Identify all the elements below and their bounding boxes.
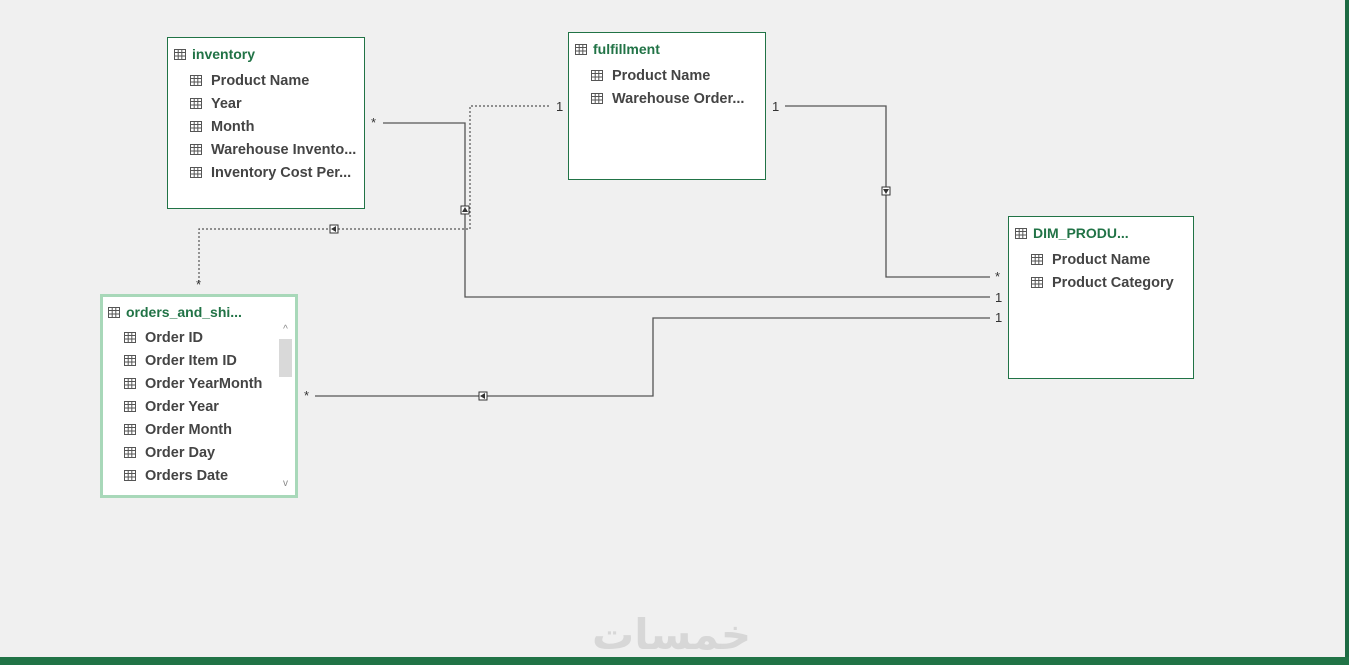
field-row[interactable]: Order YearMonth [124,372,262,395]
table-icon [591,93,603,104]
cardinality-dim-one-a: 1 [995,290,1003,305]
field-row[interactable]: Order Month [124,418,262,441]
field-row[interactable]: Year [190,92,356,115]
table-icon [1031,254,1043,265]
cardinality-dim-many: * [995,269,1001,284]
cardinality-dim-one-b: 1 [995,310,1003,325]
rel-orders-dimproduct [315,317,990,397]
table-icon [1015,227,1027,239]
watermark: خمسات [592,610,752,659]
table-title: orders_and_shi... [126,304,242,320]
table-icon [190,167,202,178]
table-icon [190,121,202,132]
field-row[interactable]: Warehouse Invento... [190,138,356,161]
scroll-up-icon[interactable]: ^ [278,323,293,337]
field-label: Product Name [211,72,310,89]
table-icon [124,332,136,343]
table-icon [124,424,136,435]
field-list-clip [103,488,295,495]
table-icon [174,48,186,60]
direction-marker-2 [881,186,891,196]
field-label: Year [211,95,242,112]
direction-marker-3 [478,391,488,401]
table-title: fulfillment [593,41,660,57]
field-label: Product Category [1052,274,1174,291]
field-row[interactable]: Order Item ID [124,349,262,372]
table-icon [1031,277,1043,288]
field-row[interactable]: Warehouse Order... [591,87,744,110]
field-row[interactable]: Product Name [591,64,744,87]
field-label: Product Name [612,67,711,84]
field-label: Order Month [145,421,232,438]
field-list-scrollbar[interactable]: ^ v [278,323,293,491]
field-label: Order ID [145,329,204,346]
table-icon [108,306,120,318]
table-icon [190,144,202,155]
field-row[interactable]: Product Name [1031,248,1174,271]
table-title: DIM_PRODU... [1033,225,1129,241]
field-row[interactable]: Product Name [190,69,356,92]
table-inventory[interactable]: inventory Product Name Year Month Wareho… [167,37,365,209]
table-icon [190,98,202,109]
field-row[interactable]: Month [190,115,356,138]
cardinality-orders-many-top: * [196,277,202,292]
table-orders-and-shipments[interactable]: orders_and_shi... Order ID Order Item ID… [100,294,298,498]
table-icon [124,447,136,458]
table-header[interactable]: inventory [174,44,255,64]
table-header[interactable]: DIM_PRODU... [1015,223,1129,243]
cardinality-orders-many-right: * [304,388,310,403]
table-title: inventory [192,46,256,62]
field-row[interactable]: Orders Date [124,464,262,487]
field-label: Orders Date [145,467,229,484]
cardinality-fulfillment-one-left: 1 [556,99,564,114]
window-edge [1345,0,1349,657]
table-icon [591,70,603,81]
scroll-thumb[interactable] [279,339,292,377]
diagram-canvas[interactable]: * 1 1 * * 1 1 * inventory Product Name Y… [0,0,1345,659]
table-header[interactable]: orders_and_shi... [108,302,242,322]
table-icon [575,43,587,55]
table-icon [124,378,136,389]
field-label: Order YearMonth [145,375,263,392]
field-row[interactable]: Inventory Cost Per... [190,161,356,184]
table-fulfillment[interactable]: fulfillment Product Name Warehouse Order… [568,32,766,180]
field-row[interactable]: Order Day [124,441,262,464]
table-icon [124,470,136,481]
field-row[interactable]: Order ID [124,326,262,349]
table-header[interactable]: fulfillment [575,39,660,59]
field-label: Month [211,118,255,135]
field-label: Order Item ID [145,352,237,369]
table-dim-product[interactable]: DIM_PRODU... Product Name Product Catego… [1008,216,1194,379]
cardinality-fulfillment-one-right: 1 [772,99,780,114]
direction-marker-4 [329,224,339,234]
direction-marker-1 [460,205,470,215]
field-label: Order Year [145,398,219,415]
field-label: Product Name [1052,251,1151,268]
field-label: Warehouse Invento... [211,141,357,158]
cardinality-inventory-many: * [371,115,377,130]
field-row[interactable]: Product Category [1031,271,1174,294]
field-label: Order Day [145,444,216,461]
table-icon [190,75,202,86]
table-icon [124,401,136,412]
field-row[interactable]: Order Year [124,395,262,418]
status-bar [0,657,1349,665]
scroll-down-icon[interactable]: v [278,477,293,491]
field-label: Inventory Cost Per... [211,164,352,181]
field-label: Warehouse Order... [612,90,745,107]
table-icon [124,355,136,366]
